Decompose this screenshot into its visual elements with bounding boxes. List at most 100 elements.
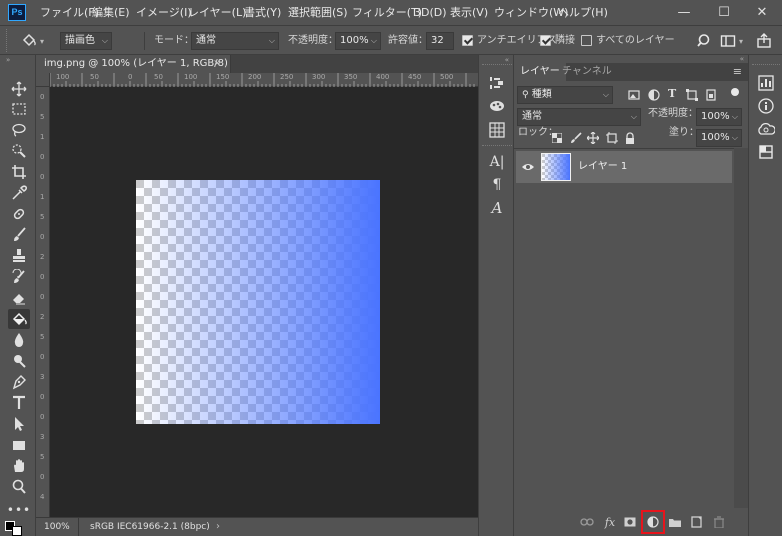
filter-shape-icon[interactable] xyxy=(686,89,698,101)
mode-select[interactable]: 通常 ⌵ xyxy=(191,32,279,50)
eyedropper-tool-icon[interactable] xyxy=(8,183,30,203)
lock-all-icon[interactable] xyxy=(625,132,635,144)
adjustments-panel-icon[interactable] xyxy=(757,143,775,161)
ruler-tick: 0 xyxy=(40,153,45,161)
ruler-origin[interactable] xyxy=(36,73,50,87)
opacity-input[interactable]: 100% ⌵ xyxy=(335,32,381,50)
lasso-tool-icon[interactable] xyxy=(8,120,30,140)
dodge-tool-icon[interactable] xyxy=(8,351,30,371)
character-panel-icon[interactable]: A| xyxy=(488,153,506,171)
history-brush-tool-icon[interactable] xyxy=(8,267,30,287)
fill-source-select[interactable]: 描画色 ⌵ xyxy=(60,32,112,50)
preset-dropdown-arrow[interactable]: ▾ xyxy=(40,37,44,46)
add-mask-icon[interactable] xyxy=(622,514,638,530)
image-canvas[interactable] xyxy=(136,180,380,424)
panel-grip[interactable] xyxy=(482,145,512,146)
close-tab-icon[interactable]: × xyxy=(213,55,221,73)
maximize-button[interactable]: ☐ xyxy=(704,0,744,26)
menu-file[interactable]: ファイル(F) xyxy=(40,0,99,26)
menu-3d[interactable]: 3D(D) xyxy=(414,0,447,26)
menu-image[interactable]: イメージ(I) xyxy=(136,0,192,26)
tab-channels[interactable]: チャンネル xyxy=(556,63,618,81)
workspace-dropdown-arrow[interactable]: ▾ xyxy=(739,37,743,46)
filter-adjustment-icon[interactable] xyxy=(648,89,660,101)
swatches-panel-icon[interactable] xyxy=(488,121,506,139)
delete-layer-icon[interactable] xyxy=(711,514,727,530)
all-layers-checkbox[interactable] xyxy=(581,35,592,46)
lock-artboard-icon[interactable] xyxy=(606,132,618,144)
libraries-panel-icon[interactable] xyxy=(757,120,775,138)
color-panel-icon[interactable] xyxy=(757,74,775,92)
clone-stamp-tool-icon[interactable] xyxy=(8,246,30,266)
menu-edit[interactable]: 編集(E) xyxy=(92,0,130,26)
link-layers-icon[interactable] xyxy=(579,514,595,530)
layer-filter-select[interactable]: ⚲ 種類 ⌵ xyxy=(517,86,613,104)
filter-toggle-icon[interactable] xyxy=(731,88,739,96)
lock-position-icon[interactable] xyxy=(586,131,600,145)
search-icon[interactable] xyxy=(697,33,713,49)
eraser-tool-icon[interactable] xyxy=(8,288,30,308)
background-color-swatch[interactable] xyxy=(12,526,22,536)
rectangle-tool-icon[interactable] xyxy=(8,435,30,455)
menu-view[interactable]: 表示(V) xyxy=(450,0,488,26)
options-bar-grip[interactable] xyxy=(6,29,14,52)
layer-thumbnail[interactable] xyxy=(541,153,571,181)
menu-filter[interactable]: フィルター(T) xyxy=(352,0,422,26)
marquee-tool-icon[interactable] xyxy=(8,99,30,119)
fill-input[interactable]: 100% ⌵ xyxy=(696,129,742,147)
status-menu-arrow[interactable]: › xyxy=(216,518,220,536)
filter-smart-object-icon[interactable] xyxy=(705,89,717,101)
move-tool-icon[interactable] xyxy=(8,79,30,99)
close-window-button[interactable]: ✕ xyxy=(742,0,782,26)
workspace-icon[interactable] xyxy=(720,33,736,49)
panel-grip[interactable] xyxy=(482,64,512,65)
antialias-checkbox[interactable] xyxy=(462,35,473,46)
menu-layer[interactable]: レイヤー(L) xyxy=(188,0,246,26)
panel-grip[interactable] xyxy=(752,64,780,65)
paint-bucket-preset-icon[interactable] xyxy=(20,31,38,49)
menu-type[interactable]: 書式(Y) xyxy=(244,0,281,26)
quick-selection-tool-icon[interactable] xyxy=(8,141,30,161)
document-tab-title: img.png @ 100% (レイヤー 1, RGB/8) xyxy=(44,58,228,69)
brush-settings-panel-icon[interactable] xyxy=(488,97,506,115)
pen-tool-icon[interactable] xyxy=(8,372,30,392)
new-layer-icon[interactable] xyxy=(689,514,705,530)
contiguous-checkbox[interactable] xyxy=(540,35,551,46)
document-tab[interactable]: img.png @ 100% (レイヤー 1, RGB/8) × xyxy=(36,55,231,73)
filter-type-icon[interactable]: T xyxy=(668,87,680,101)
healing-brush-tool-icon[interactable] xyxy=(8,204,30,224)
zoom-level[interactable]: 100% xyxy=(44,518,70,536)
path-selection-tool-icon[interactable] xyxy=(8,414,30,434)
layers-scrollbar[interactable] xyxy=(734,148,748,508)
history-panel-icon[interactable] xyxy=(488,74,506,92)
minimize-button[interactable]: — xyxy=(664,0,704,26)
share-icon[interactable] xyxy=(756,33,774,49)
collapse-panel-icon[interactable]: « xyxy=(694,56,748,63)
lock-image-icon[interactable] xyxy=(570,132,582,144)
paint-bucket-tool-icon[interactable] xyxy=(8,309,30,329)
menu-help[interactable]: ヘルプ(H) xyxy=(558,0,608,26)
eye-icon[interactable] xyxy=(521,162,535,172)
hand-tool-icon[interactable] xyxy=(8,456,30,476)
lock-transparent-icon[interactable] xyxy=(551,132,563,144)
more-tools-icon[interactable]: ••• xyxy=(7,500,30,520)
layer-style-fx-icon[interactable]: fx xyxy=(602,514,618,530)
layer-name[interactable]: レイヤー 1 xyxy=(578,151,627,183)
menu-select[interactable]: 選択範囲(S) xyxy=(288,0,348,26)
collapse-toolbar-icon[interactable]: » xyxy=(6,57,30,64)
brush-tool-icon[interactable] xyxy=(8,225,30,245)
blur-tool-icon[interactable] xyxy=(8,330,30,350)
paragraph-panel-icon[interactable]: ¶ xyxy=(488,176,506,194)
crop-tool-icon[interactable] xyxy=(8,162,30,182)
filter-pixel-icon[interactable] xyxy=(628,89,640,101)
zoom-tool-icon[interactable] xyxy=(8,477,30,497)
properties-panel-icon[interactable] xyxy=(757,97,775,115)
type-tool-icon[interactable] xyxy=(8,393,30,413)
tolerance-input[interactable]: 32 xyxy=(426,32,454,50)
glyphs-panel-icon[interactable]: A xyxy=(488,199,506,217)
layer-opacity-input[interactable]: 100% ⌵ xyxy=(696,108,742,126)
new-group-icon[interactable] xyxy=(667,514,683,530)
panel-menu-icon[interactable]: ≡ xyxy=(733,66,742,77)
layer-row[interactable]: レイヤー 1 xyxy=(516,151,732,183)
expand-panels-icon[interactable]: « xyxy=(485,57,509,64)
